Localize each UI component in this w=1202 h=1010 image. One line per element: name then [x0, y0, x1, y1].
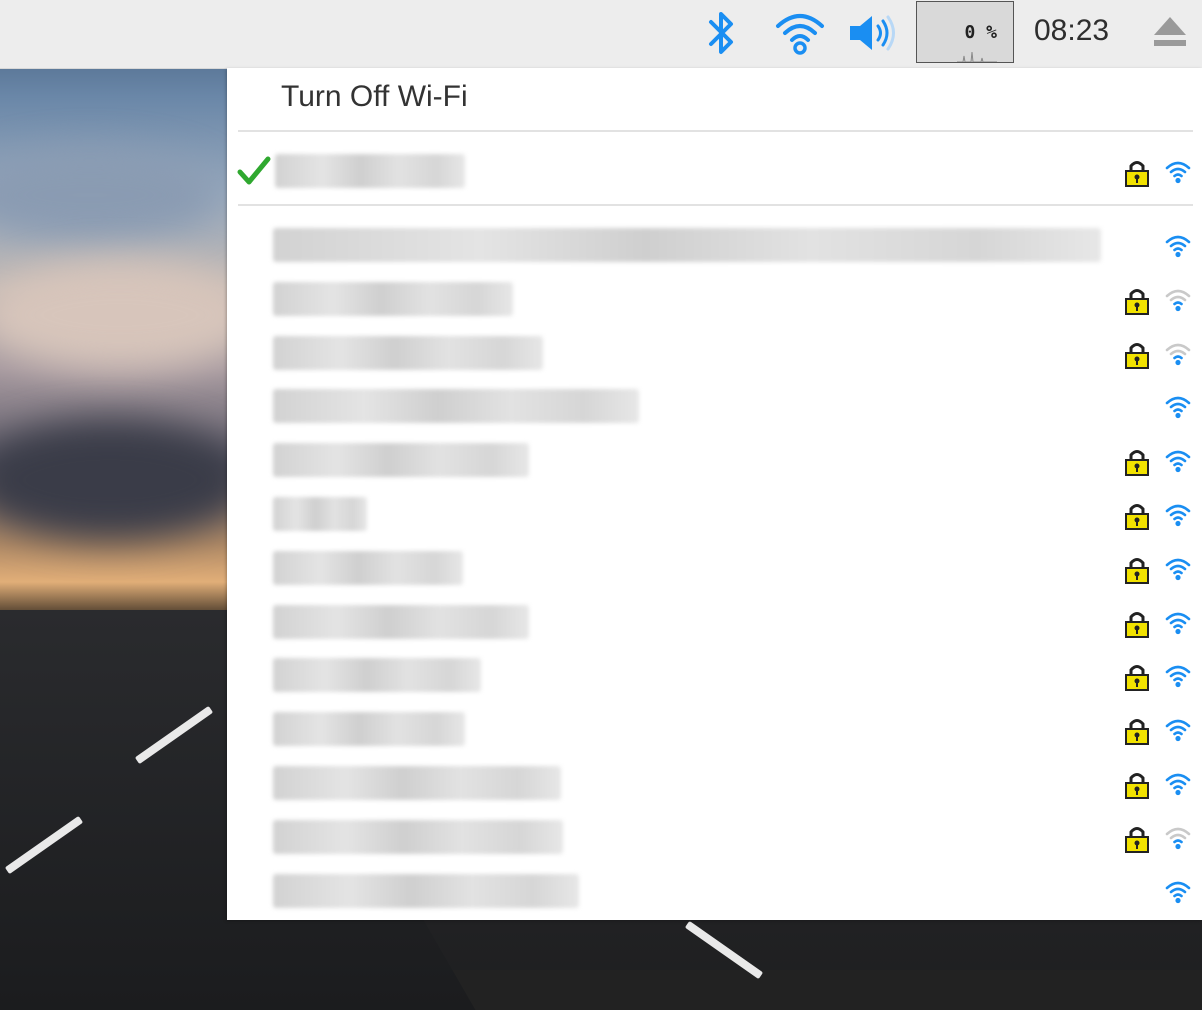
network-item[interactable]: [227, 864, 1202, 918]
wifi-signal-icon: [1165, 558, 1191, 580]
lane-marking: [684, 920, 764, 980]
cloud: [0, 260, 260, 370]
network-item[interactable]: [227, 702, 1202, 756]
network-item[interactable]: [227, 648, 1202, 702]
network-ssid: [273, 873, 579, 908]
wifi-signal-icon: [1165, 397, 1191, 419]
cloud: [0, 150, 220, 240]
network-item[interactable]: [227, 541, 1202, 595]
network-ssid: [273, 281, 513, 316]
wifi-signal-icon: [1165, 827, 1191, 849]
network-ssid: [273, 604, 529, 639]
lock-icon: [1125, 450, 1149, 477]
network-ssid: [273, 389, 639, 424]
cpu-monitor[interactable]: 0 %: [916, 1, 1014, 63]
wifi-signal-icon: [1165, 343, 1191, 365]
wifi-signal-icon: [1165, 504, 1191, 527]
lock-icon: [1125, 826, 1149, 853]
volume-icon[interactable]: [846, 12, 902, 54]
lock-icon: [1125, 719, 1149, 746]
cloud: [0, 420, 250, 540]
wifi-icon[interactable]: [774, 10, 826, 56]
network-item[interactable]: [227, 810, 1202, 864]
turn-off-wifi-item[interactable]: Turn Off Wi-Fi: [281, 80, 468, 114]
network-ssid: [273, 497, 367, 531]
lock-icon: [1125, 773, 1149, 799]
eject-icon[interactable]: [1150, 14, 1190, 50]
network-ssid: [273, 550, 463, 585]
network-item[interactable]: [227, 756, 1202, 810]
taskbar: 0 % 08:23: [0, 0, 1202, 69]
wifi-signal-icon: [1165, 289, 1191, 311]
separator: [238, 130, 1193, 132]
wifi-signal-icon: [1165, 235, 1191, 258]
wifi-signal-icon: [1165, 719, 1191, 742]
lock-icon: [1125, 504, 1149, 530]
wifi-signal-icon: [1165, 666, 1191, 688]
network-ssid: [273, 658, 481, 693]
wifi-dropdown-menu: Turn Off Wi-Fi: [227, 68, 1202, 920]
network-item[interactable]: [227, 218, 1202, 272]
lock-icon: [1125, 161, 1149, 187]
wifi-signal-icon: [1165, 450, 1191, 473]
network-ssid: [275, 154, 465, 188]
lock-icon: [1125, 557, 1149, 584]
wifi-signal-icon: [1165, 773, 1191, 796]
cpu-usage-label: 0 %: [964, 22, 997, 43]
checkmark-icon: [237, 156, 271, 185]
network-ssid: [273, 712, 465, 747]
wifi-signal-icon: [1165, 612, 1191, 634]
bluetooth-icon[interactable]: [703, 8, 739, 60]
lock-icon: [1125, 288, 1149, 315]
network-item[interactable]: [227, 379, 1202, 433]
network-ssid: [273, 819, 563, 854]
separator: [238, 204, 1193, 206]
clock[interactable]: 08:23: [1034, 14, 1109, 48]
network-ssid: [273, 766, 561, 800]
cpu-graph: [957, 51, 997, 62]
connected-network-item[interactable]: [227, 144, 1202, 198]
wifi-signal-icon: [1165, 161, 1191, 184]
lock-icon: [1125, 342, 1149, 369]
wifi-signal-icon: [1165, 881, 1191, 903]
network-item[interactable]: [227, 326, 1202, 380]
network-ssid: [273, 443, 529, 478]
network-item[interactable]: [227, 272, 1202, 326]
network-ssid: [273, 228, 1101, 262]
network-item[interactable]: [227, 487, 1202, 541]
lock-icon: [1125, 611, 1149, 638]
network-item[interactable]: [227, 595, 1202, 649]
network-item[interactable]: [227, 433, 1202, 487]
network-ssid: [273, 335, 543, 370]
lock-icon: [1125, 665, 1149, 692]
